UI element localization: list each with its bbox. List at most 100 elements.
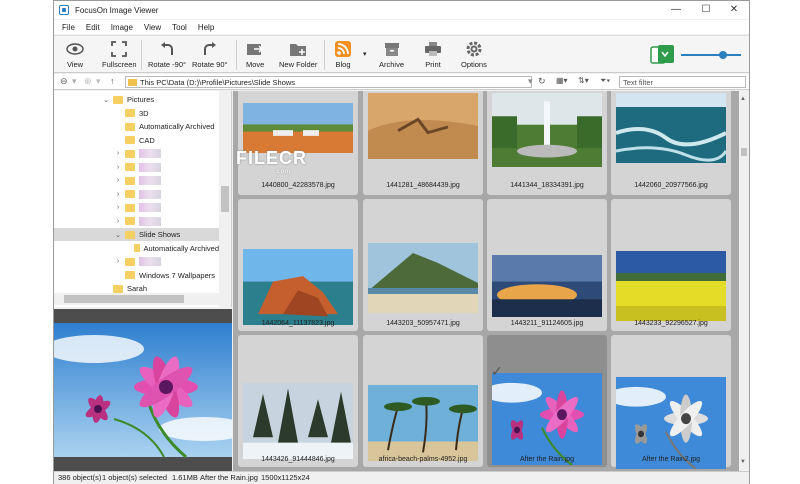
thumbnail-item[interactable]: 1443233_92296527.jpg — [611, 199, 731, 331]
thumbnail-item[interactable]: 1440800_42283578.jpg — [238, 91, 358, 195]
grid-vertical-scrollbar[interactable]: ▲ ▼ — [739, 91, 749, 471]
status-object-count: 386 object(s) — [58, 473, 102, 482]
move-button[interactable]: Move — [246, 40, 264, 69]
chevron-icon[interactable]: › — [114, 177, 122, 184]
thumbnail-filename: 1442060_20977566.jpg — [634, 182, 708, 189]
thumbnail-item[interactable]: 1443203_50957471.jpg — [363, 199, 483, 331]
tree-item[interactable]: › — [54, 147, 219, 160]
tree-item[interactable]: ⌄ Slide Shows — [54, 228, 219, 241]
folder-icon — [133, 244, 140, 252]
tree-item-label: Automatically Archived — [143, 243, 219, 253]
blog-dropdown-icon[interactable]: ▾ — [363, 50, 367, 58]
tree-item[interactable]: Sarah — [54, 282, 219, 295]
forward-icon[interactable]: ⊕ — [84, 76, 92, 87]
thumbnail-item[interactable]: 1442060_20977566.jpg — [611, 91, 731, 195]
menu-help[interactable]: Help — [198, 23, 214, 32]
print-button[interactable]: Print — [424, 40, 442, 69]
tree-item[interactable]: 3D — [54, 107, 219, 120]
tree-item[interactable]: › — [54, 161, 219, 174]
chevron-icon[interactable]: › — [114, 164, 122, 171]
thumbnail-item[interactable]: 1441281_48684439.jpg — [363, 91, 483, 195]
path-text: This PC\Data (D:)\Profile\Pictures\Slide… — [140, 78, 296, 87]
new-folder-icon — [289, 40, 307, 58]
app-window: FocusOn Image Viewer — ☐ ✕ File Edit Ima… — [44, 0, 750, 484]
menu-image[interactable]: Image — [111, 23, 133, 32]
back-dropdown-icon[interactable]: ▾ — [72, 76, 77, 87]
watermark: FILECR .com — [236, 148, 307, 175]
close-button[interactable]: ✕ — [719, 1, 749, 19]
move-icon — [246, 40, 264, 58]
tree-item[interactable]: ⌄ Pictures — [54, 93, 219, 106]
rotate-right-button[interactable]: Rotate 90° — [192, 40, 228, 69]
text-filter-input[interactable]: Text filter — [619, 76, 746, 88]
archive-button[interactable]: Archive — [379, 40, 404, 69]
folder-tree: ⌄ Pictures 3D Automatically Archived CAD › › › ›… — [54, 91, 232, 307]
blog-button[interactable]: Blog — [334, 40, 352, 69]
rotate-left-button[interactable]: Rotate -90° — [148, 40, 186, 69]
maximize-button[interactable]: ☐ — [691, 1, 721, 19]
back-icon[interactable]: ⊖ — [60, 76, 68, 87]
menu-file[interactable]: File — [62, 23, 75, 32]
tree-item[interactable]: CAD — [54, 134, 219, 147]
checkmark-icon[interactable]: ✓ — [491, 364, 503, 378]
chevron-icon[interactable]: ⌄ — [102, 96, 110, 104]
zoom-slider — [719, 51, 727, 59]
blurred-label — [139, 203, 161, 212]
forward-dropdown-icon[interactable]: ▾ — [96, 76, 101, 87]
thumbnail-filename: 1443203_50957471.jpg — [386, 320, 460, 327]
thumbnail-item[interactable]: 1441344_18334391.jpg — [487, 91, 607, 195]
thumbnail-filename: After the Rain.jpg — [519, 456, 575, 463]
tree-item[interactable]: › — [54, 255, 219, 268]
view-button[interactable]: View — [66, 40, 84, 69]
up-folder-icon[interactable]: ↑ — [110, 76, 115, 86]
thumbnail-item[interactable]: After the Rain2.jpg — [611, 335, 731, 469]
chevron-icon[interactable]: › — [114, 191, 122, 198]
sort-icon[interactable]: ⇅▾ — [578, 76, 589, 85]
tree-item[interactable]: Windows 7 Wallpapers — [54, 269, 219, 282]
folder-icon — [113, 95, 123, 104]
path-input[interactable]: This PC\Data (D:)\Profile\Pictures\Slide… — [125, 76, 532, 88]
menu-view[interactable]: View — [144, 23, 161, 32]
menu-tool[interactable]: Tool — [172, 23, 187, 32]
tree-item[interactable]: › — [54, 215, 219, 228]
view-mode-icon[interactable]: ▦▾ — [556, 76, 568, 85]
thumbnail-item[interactable]: 1442064_11137823.jpg — [238, 199, 358, 331]
options-button[interactable]: Options — [461, 40, 487, 69]
zoom-control — [649, 42, 745, 68]
tree-item[interactable]: Automatically Archived — [54, 120, 219, 133]
new-folder-button[interactable]: New Folder — [279, 40, 317, 69]
tree-vertical-scrollbar[interactable] — [219, 91, 231, 307]
refresh-icon[interactable]: ↻ — [538, 76, 546, 87]
chevron-icon[interactable]: › — [114, 204, 122, 211]
menu-edit[interactable]: Edit — [86, 23, 100, 32]
folder-icon — [125, 190, 135, 198]
tree-item[interactable]: › — [54, 188, 219, 201]
thumbnail-item[interactable]: ✓ After the Rain.jpg — [487, 335, 607, 467]
address-bar: ⊖ ▾ ⊕ ▾ ↑ This PC\Data (D:)\Profile\Pict… — [54, 74, 749, 90]
chevron-icon[interactable]: › — [114, 150, 122, 157]
rss-icon — [334, 40, 352, 58]
status-bar: 386 object(s) 1 object(s) selected 1.61M… — [54, 471, 749, 484]
fullscreen-button[interactable]: Fullscreen — [102, 40, 137, 69]
tree-item[interactable]: › — [54, 201, 219, 214]
thumbnail-filename: 1443233_92296527.jpg — [634, 320, 708, 327]
thumbnail-item[interactable]: 1443211_91124605.jpg — [487, 199, 607, 331]
path-dropdown-icon[interactable]: ▾ — [528, 76, 533, 87]
thumbnail-item[interactable]: 1443426_91444846.jpg — [238, 335, 358, 467]
tree-item[interactable]: › — [54, 174, 219, 187]
tree-item[interactable]: Automatically Archived — [54, 242, 219, 255]
chevron-icon[interactable]: › — [114, 218, 122, 225]
minimize-button[interactable]: — — [661, 1, 691, 19]
toolbar: View Fullscreen Rotate -90° Rotate 90° M… — [54, 35, 749, 73]
chevron-icon[interactable]: › — [114, 258, 122, 265]
thumbnail-filename: 1440800_42283578.jpg — [261, 182, 335, 189]
filter-icon[interactable]: ⏷▾ — [600, 76, 610, 86]
tree-item-label: Windows 7 Wallpapers — [139, 270, 215, 280]
thumbnail-filename: africa-beach-palms-4952.jpg — [378, 456, 468, 463]
chevron-icon[interactable]: ⌄ — [114, 231, 122, 239]
status-file-name: After the Rain.jpg — [200, 473, 258, 482]
blurred-label — [139, 216, 161, 226]
thumbnail-filename: 1441344_18334391.jpg — [510, 182, 584, 189]
folder-icon — [125, 217, 135, 225]
thumbnail-item[interactable]: africa-beach-palms-4952.jpg — [363, 335, 483, 467]
